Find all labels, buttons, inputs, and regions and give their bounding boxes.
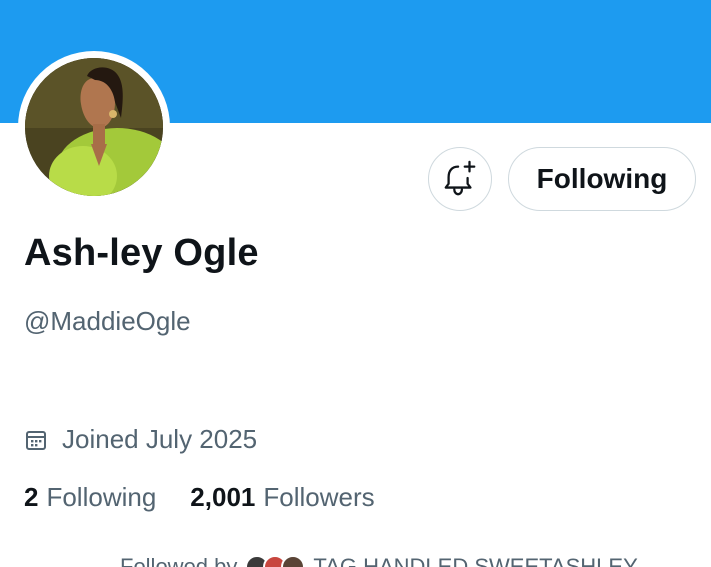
following-count-link[interactable]: 2 Following [24, 482, 156, 513]
following-button[interactable]: Following [508, 147, 696, 211]
calendar-icon [26, 430, 46, 450]
display-name: Ash-ley Ogle [24, 232, 259, 274]
followers-count: 2,001 [190, 482, 256, 512]
follow-stats: 2 Following 2,001 Followers [24, 482, 375, 513]
followers-label: Followers [263, 482, 375, 512]
followed-by-avatars [245, 555, 306, 567]
avatar-photo [25, 58, 163, 196]
following-count: 2 [24, 482, 39, 512]
mini-avatar [281, 555, 306, 567]
followed-by-prefix: Followed by [120, 554, 238, 567]
notifications-bell-button[interactable] [428, 147, 492, 211]
followers-count-link[interactable]: 2,001 Followers [190, 482, 374, 513]
joined-text: Joined July 2025 [62, 424, 258, 454]
username-handle: @MaddieOgle [24, 306, 191, 336]
following-label: Following [46, 482, 157, 512]
joined-date: Joined July 2025 [24, 424, 257, 455]
avatar-frame [18, 51, 170, 203]
followed-by[interactable]: Followed by TAG HANDLED SWEETASHLEY [120, 554, 638, 567]
avatar[interactable] [25, 58, 163, 196]
followed-by-names: TAG HANDLED SWEETASHLEY [313, 554, 638, 567]
bell-plus-icon [444, 160, 476, 196]
